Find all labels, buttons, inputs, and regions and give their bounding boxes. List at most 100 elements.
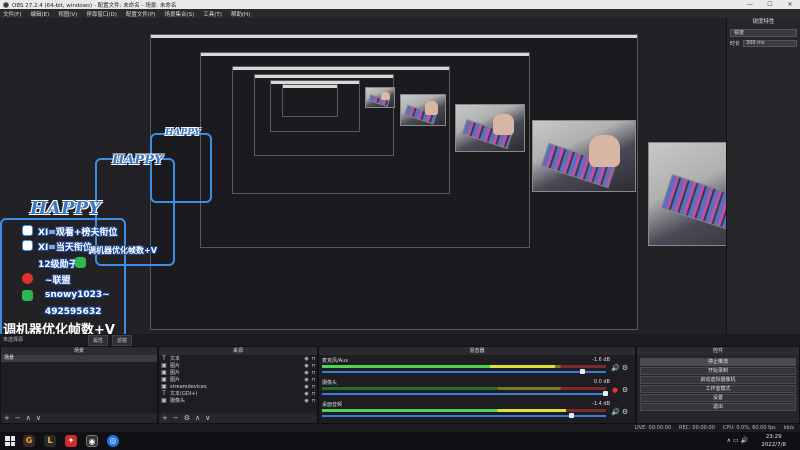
menu-docks[interactable]: 停靠窗口(D) (86, 10, 117, 18)
mixer-dock: 混音器 麦克风/Aux -1.6 dB 🔊 ⚙ 摄像头 0.0 dB ● ⚙ 桌… (318, 346, 636, 424)
filters-button[interactable]: 滤镜 (112, 334, 133, 346)
visibility-icon[interactable]: ◉ (303, 391, 310, 397)
overlay-caption-small: 调机器优化帧数+V (88, 246, 157, 255)
close-button[interactable]: ✕ (780, 1, 800, 8)
source-item[interactable]: T 文本 ◉ ⊓ (159, 355, 317, 362)
visibility-icon[interactable]: ◉ (303, 356, 310, 362)
lock-icon[interactable]: ⊓ (310, 398, 317, 404)
mixer-title: 混音器 (319, 347, 635, 355)
program-preview[interactable]: HAPPY HAPPY HAPPY XI=观看+榜夫衔位 XI=当天衔位 12级… (0, 18, 726, 334)
taskbar: G L ✦ ◉ ◎ ∧ ▭ 🔊 23:29 2022/7/8 (0, 432, 800, 450)
visibility-icon[interactable]: ◉ (303, 377, 310, 383)
overlay-line: XI=观看+榜夫衔位 (38, 228, 118, 238)
camera-image (648, 142, 726, 246)
remove-scene-button[interactable]: − (15, 414, 21, 422)
scene-item[interactable]: 场景 (1, 355, 157, 362)
live-status: LIVE: 00:00:00 (634, 425, 672, 431)
move-source-up-button[interactable]: ∧ (195, 414, 200, 422)
lock-icon[interactable]: ⊓ (310, 363, 317, 369)
volume-meter (322, 365, 606, 368)
menu-edit[interactable]: 编辑(E) (30, 10, 49, 18)
system-tray-icons[interactable]: ∧ ▭ 🔊 (727, 437, 748, 444)
visibility-icon[interactable]: ◉ (303, 398, 310, 404)
taskbar-app-icon[interactable]: G (23, 435, 35, 447)
volume-slider[interactable] (322, 369, 606, 374)
move-scene-down-button[interactable]: ∨ (36, 414, 41, 422)
source-item[interactable]: ▣ 图片 ◉ ⊓ (159, 362, 317, 369)
volume-knob[interactable] (580, 369, 586, 374)
lock-icon[interactable]: ⊓ (310, 356, 317, 362)
obs-taskbar-icon[interactable]: ◉ (86, 435, 98, 447)
visibility-icon[interactable]: ◉ (303, 363, 310, 369)
source-item[interactable]: ▣ 图片 ◉ ⊓ (159, 376, 317, 383)
minimize-button[interactable]: — (740, 1, 760, 8)
source-item[interactable]: ▣ 图片 ◉ ⊓ (159, 369, 317, 376)
move-scene-up-button[interactable]: ∧ (26, 414, 31, 422)
lock-icon[interactable]: ⊓ (310, 370, 317, 376)
lock-icon[interactable]: ⊓ (310, 377, 317, 383)
filter-type-select[interactable]: 锐度 (730, 29, 797, 37)
add-scene-button[interactable]: + (4, 414, 10, 422)
muted-speaker-icon[interactable]: ● (611, 386, 619, 394)
lock-icon[interactable]: ⊓ (310, 391, 317, 397)
chrome-taskbar-icon[interactable]: ◎ (107, 435, 119, 447)
maximize-button[interactable]: ☐ (760, 1, 780, 8)
overlay-line: XI=当天衔位 (38, 243, 92, 253)
mixer-track: 桌面音频 -1.4 dB 🔊 ⚙ (322, 401, 632, 421)
image-icon: ▣ (161, 369, 167, 376)
menu-help[interactable]: 帮助(H) (231, 10, 250, 18)
windows-start-icon[interactable] (5, 436, 15, 446)
weibo-icon (22, 225, 33, 236)
cpu-status: CPU: 0.0%, 60.00 fps (722, 425, 776, 431)
source-label: 文本 (170, 356, 181, 362)
source-item[interactable]: T 文本(GDI+) ◉ ⊓ (159, 390, 317, 397)
menu-file[interactable]: 文件(F) (3, 10, 21, 18)
gear-icon[interactable]: ⚙ (621, 386, 629, 394)
gear-icon[interactable]: ⚙ (621, 408, 629, 416)
lock-icon[interactable]: ⊓ (310, 384, 317, 390)
weibo-red-icon (22, 273, 33, 284)
source-item[interactable]: ▣ streamdevices ◉ ⊓ (159, 383, 317, 390)
exit-button[interactable]: 退出 (640, 403, 796, 411)
speaker-icon[interactable]: 🔊 (611, 408, 620, 416)
taskbar-clock[interactable]: 23:29 2022/7/8 (761, 433, 786, 449)
source-label: streamdevices (170, 383, 207, 390)
controls-list: 停止推流 开始录制 启动虚拟摄像机 工作室模式 设置 退出 (637, 357, 799, 412)
sources-list: T 文本 ◉ ⊓ ▣ 图片 ◉ ⊓ ▣ 图片 ◉ ⊓ ▣ 图片 ◉ ⊓ ▣ st… (159, 355, 317, 413)
volume-slider[interactable] (322, 391, 608, 396)
taskbar-app-icon[interactable]: ✦ (65, 435, 77, 447)
wechat-icon (22, 290, 33, 301)
meter-level (322, 409, 567, 412)
menu-tools[interactable]: 工具(T) (203, 10, 222, 18)
start-recording-button[interactable]: 开始录制 (640, 367, 796, 375)
menu-scene-collection[interactable]: 场景集合(S) (164, 10, 194, 18)
obs-logo-icon (3, 1, 9, 8)
visibility-icon[interactable]: ◉ (303, 370, 310, 376)
volume-knob[interactable] (568, 413, 574, 418)
settings-button[interactable]: 设置 (640, 394, 796, 402)
overlay-line: ~联盟 (45, 276, 71, 286)
remove-source-button[interactable]: − (173, 414, 179, 422)
menu-view[interactable]: 视图(V) (58, 10, 77, 18)
volume-slider[interactable] (322, 413, 606, 418)
volume-knob[interactable] (603, 391, 608, 396)
text-icon: T (162, 390, 166, 397)
gear-icon[interactable]: ⚙ (621, 364, 629, 372)
source-settings-button[interactable]: ⚙ (184, 414, 190, 422)
start-virtual-camera-button[interactable]: 启动虚拟摄像机 (640, 376, 796, 384)
status-bar: LIVE: 00:00:00 REC: 00:00:00 CPU: 0.0%, … (0, 424, 800, 432)
speaker-icon[interactable]: 🔊 (611, 364, 620, 372)
scenes-list: 场景 (1, 355, 157, 413)
stop-streaming-button[interactable]: 停止推流 (640, 358, 796, 366)
menu-profile[interactable]: 配置文件(P) (126, 10, 156, 18)
add-source-button[interactable]: + (162, 414, 168, 422)
track-db: -1.4 dB (592, 401, 610, 407)
move-source-down-button[interactable]: ∨ (205, 414, 210, 422)
image-icon: ▣ (161, 362, 167, 369)
studio-mode-button[interactable]: 工作室模式 (640, 385, 796, 393)
source-item[interactable]: ▣ 摄像头 ◉ ⊓ (159, 397, 317, 404)
taskbar-app-icon[interactable]: L (44, 435, 56, 447)
visibility-icon[interactable]: ◉ (303, 384, 310, 390)
duration-input[interactable]: 300 ms (743, 39, 797, 47)
properties-button[interactable]: 属性 (88, 334, 109, 346)
